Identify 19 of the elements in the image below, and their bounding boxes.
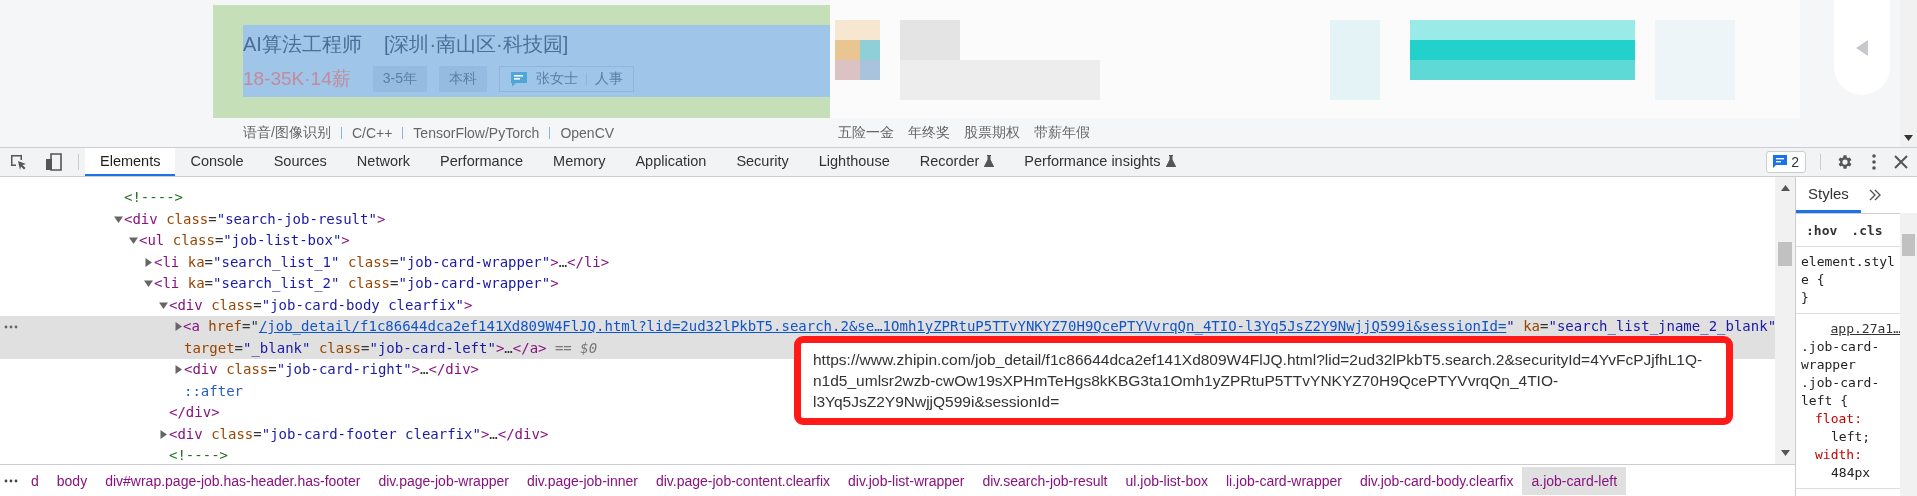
css-selector: .job-card-wrapper .job-card-left { (1801, 338, 1881, 410)
salary: 18-35K·14薪 (243, 66, 351, 91)
skill-tag: 语音/图像识别 (243, 123, 331, 142)
job-title: AI算法工程师 (243, 31, 362, 57)
closing-brace: } (1801, 289, 1810, 307)
benefit-tag: 年终奖 (908, 123, 950, 142)
tooltip-text: https://www.zhipin.com/job_detail/f1c86644dca2ef141Xd809W4FlJQ.html?lid=2ud32lPkbT5.search.2&securityId=4YvFcPJjfhL1Q-n1d5_umlsr2wzb-cwOw19sXPHmTeHgs8kKBG3ta1Omh1yZPRtuP5TTvYNKYZ70H9QcePTYVvrqQn_4TIO-l3Yq5JsZ2Y9NwjjQ599i&sessionId= (813, 350, 1704, 412)
benefit-tag: 带薪年假 (1034, 123, 1090, 142)
skill-tag: TensorFlow/PyTorch (413, 124, 540, 141)
job-tag: 本科 (438, 65, 487, 92)
css-selector: element.style { (1801, 253, 1896, 289)
contact-name: 张女士 (535, 69, 578, 88)
contact-role: 人事 (594, 69, 623, 88)
skill-tag: OpenCV (560, 124, 615, 141)
benefit-tag: 五险一金 (838, 123, 894, 142)
skill-tag: C/C++ (351, 124, 393, 141)
job-location: [深圳·南山区·科技园] (383, 31, 569, 57)
job-tag: 3-5年 (372, 65, 427, 92)
benefit-tag: 股票期权 (964, 123, 1020, 142)
